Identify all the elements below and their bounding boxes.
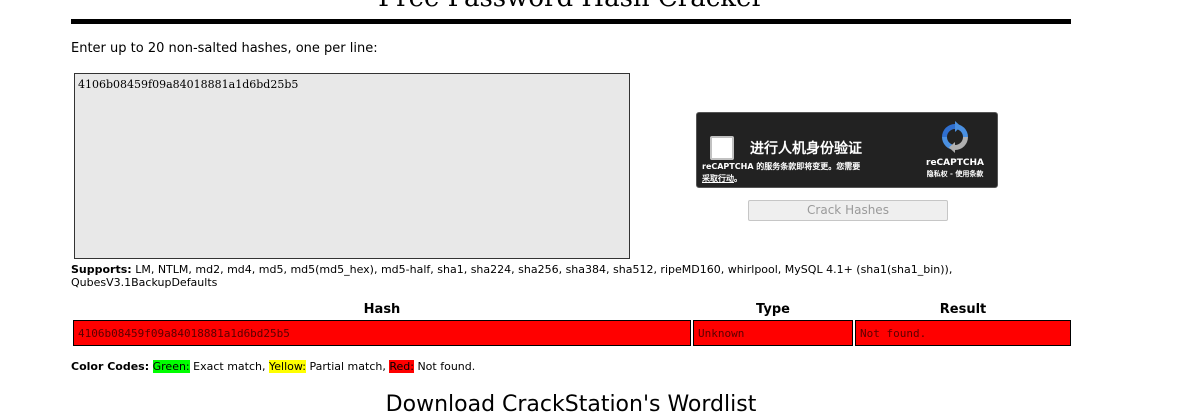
instructions-text: Enter up to 20 non-salted hashes, one pe… <box>71 41 378 56</box>
legend-green-swatch: Green: <box>152 360 190 373</box>
recaptcha-logo: reCAPTCHA 隐私权 - 使用条款 <box>925 121 985 179</box>
column-header-hash: Hash <box>363 302 401 317</box>
recaptcha-terms-text: reCAPTCHA 的服务条款即将变更。您需要 <box>702 162 861 171</box>
color-codes-label: Color Codes: <box>71 360 150 373</box>
legend-green-text: Exact match, <box>193 360 266 373</box>
title-divider <box>71 19 1071 24</box>
recaptcha-action-link[interactable]: 采取行动 <box>702 174 734 183</box>
cell-result: Not found. <box>855 320 1071 346</box>
recaptcha-privacy-links[interactable]: 隐私权 - 使用条款 <box>925 169 985 179</box>
recaptcha-terms-suffix: 。 <box>734 174 742 183</box>
supports-text: Supports: LM, NTLM, md2, md4, md5, md5(m… <box>71 263 1071 289</box>
recaptcha-label: 进行人机身份验证 <box>750 141 862 157</box>
recaptcha-checkbox[interactable] <box>710 136 734 160</box>
page-title: Free Password Hash Cracker <box>71 0 1071 13</box>
cell-type: Unknown <box>693 320 853 346</box>
supports-label: Supports: <box>71 263 132 276</box>
legend-yellow-text: Partial match, <box>309 360 386 373</box>
recaptcha-logo-icon <box>942 121 968 153</box>
hash-input-textarea[interactable]: 4106b08459f09a84018881a1d6bd25b5 <box>74 73 630 259</box>
download-wordlist-heading: Download CrackStation's Wordlist <box>385 392 757 417</box>
column-header-result: Result <box>939 302 987 317</box>
legend-yellow-swatch: Yellow: <box>269 360 306 373</box>
crack-hashes-button[interactable]: Crack Hashes <box>748 200 948 221</box>
recaptcha-terms: reCAPTCHA 的服务条款即将变更。您需要 采取行动。 <box>702 161 860 185</box>
supports-list: LM, NTLM, md2, md4, md5, md5(md5_hex), m… <box>71 263 953 289</box>
recaptcha-widget: 进行人机身份验证 reCAPTCHA 的服务条款即将变更。您需要 采取行动。 r… <box>696 112 998 188</box>
cell-hash: 4106b08459f09a84018881a1d6bd25b5 <box>73 320 691 346</box>
results-table: Hash Type Result 4106b08459f09a84018881a… <box>71 300 1073 348</box>
recaptcha-brand: reCAPTCHA <box>926 158 984 168</box>
color-codes-legend: Color Codes: Green: Exact match, Yellow:… <box>71 360 475 374</box>
legend-red-text: Not found. <box>417 360 476 373</box>
table-row: 4106b08459f09a84018881a1d6bd25b5 Unknown… <box>73 320 1071 346</box>
legend-red-swatch: Red: <box>389 360 414 373</box>
results-header-row: Hash Type Result <box>73 302 1071 318</box>
column-header-type: Type <box>756 302 790 317</box>
